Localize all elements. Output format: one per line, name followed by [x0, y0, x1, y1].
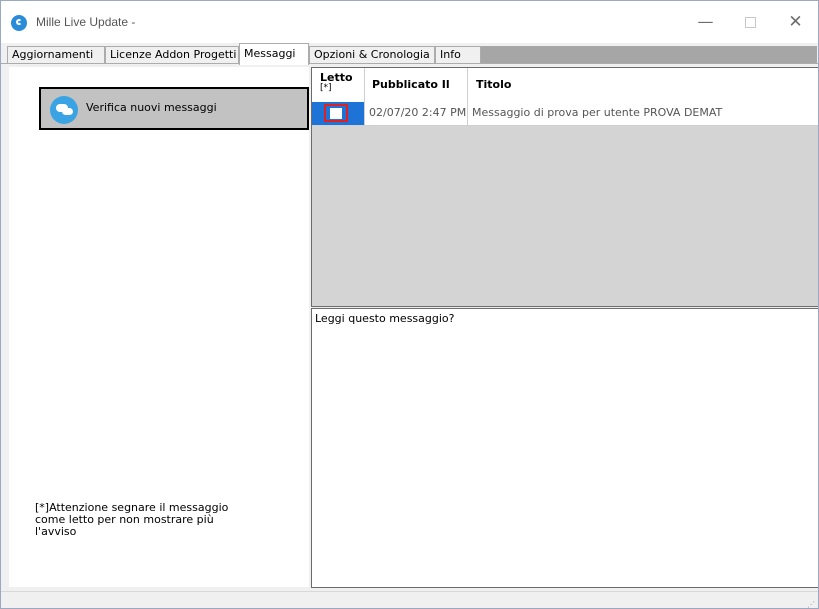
- table-row[interactable]: 02/07/20 2:47 PM Messaggio di prova per …: [312, 102, 818, 126]
- app-logo-icon: [11, 15, 27, 31]
- message-bubbles-icon: [50, 96, 78, 124]
- status-bar: ⋰: [1, 591, 818, 608]
- read-checkbox[interactable]: [330, 108, 342, 119]
- title-cell: Messaggio di prova per utente PROVA DEMA…: [472, 106, 723, 119]
- preview-text: Leggi questo messaggio?: [315, 312, 455, 325]
- close-button[interactable]: ✕: [773, 9, 818, 35]
- tab-licenze-addon-progetti[interactable]: Licenze Addon Progetti: [105, 46, 239, 63]
- tab-info[interactable]: Info: [435, 46, 481, 63]
- warning-line: l'avviso: [35, 525, 77, 538]
- title-bar: Mille Live Update - — ✕: [1, 1, 818, 43]
- read-cell: [312, 102, 365, 125]
- main-window: Mille Live Update - — ✕ Aggiornamenti Li…: [0, 0, 819, 609]
- published-cell: 02/07/20 2:47 PM: [365, 102, 468, 125]
- minimize-button[interactable]: —: [683, 9, 728, 35]
- verify-messages-label: Verifica nuovi messaggi: [86, 101, 217, 114]
- messages-grid[interactable]: Letto [*] Pubblicato Il Titolo 02/07/20 …: [311, 67, 818, 307]
- maximize-button[interactable]: [728, 9, 773, 35]
- read-warning-note: [*]Attenzione segnare il messaggio come …: [35, 502, 255, 538]
- tab-divider: [1, 63, 818, 64]
- message-preview[interactable]: Leggi questo messaggio?: [311, 308, 818, 588]
- column-header-read-label: Letto: [320, 71, 353, 84]
- checkbox-highlight: [324, 104, 348, 122]
- column-header-read-note: [*]: [320, 83, 332, 93]
- tab-messaggi[interactable]: Messaggi: [239, 43, 309, 65]
- grid-header: Letto [*] Pubblicato Il Titolo: [312, 68, 818, 103]
- tab-strip-background: [481, 46, 817, 64]
- window-title: Mille Live Update -: [36, 15, 136, 29]
- column-header-read[interactable]: Letto [*]: [312, 68, 365, 102]
- tab-aggiornamenti[interactable]: Aggiornamenti: [7, 46, 105, 63]
- maximize-icon: [745, 17, 756, 28]
- column-header-published[interactable]: Pubblicato Il: [365, 68, 468, 102]
- column-header-title[interactable]: Titolo: [468, 68, 818, 102]
- resize-grip-icon[interactable]: ⋰: [807, 600, 815, 608]
- left-panel: Verifica nuovi messaggi [*]Attenzione se…: [9, 67, 309, 587]
- tab-strip: Aggiornamenti Licenze Addon Progetti Mes…: [1, 43, 818, 65]
- tab-opzioni-cronologia[interactable]: Opzioni & Cronologia: [309, 46, 435, 63]
- verify-messages-button[interactable]: Verifica nuovi messaggi: [39, 87, 309, 130]
